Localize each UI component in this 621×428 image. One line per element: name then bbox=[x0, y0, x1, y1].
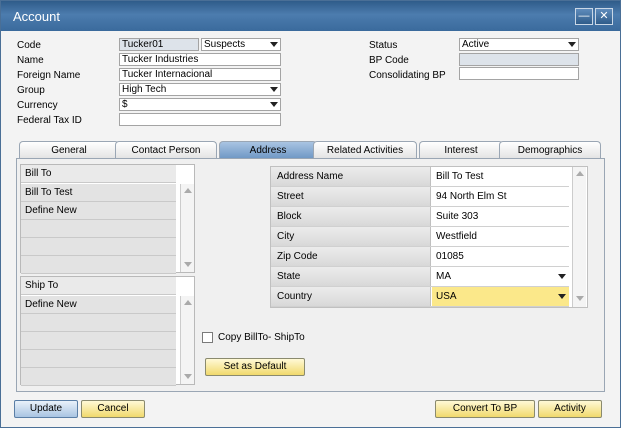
country-select[interactable]: USA bbox=[432, 287, 569, 306]
bp-code-field[interactable] bbox=[459, 53, 579, 66]
address-field-label: City bbox=[271, 227, 431, 246]
street-value[interactable]: 94 North Elm St bbox=[432, 187, 569, 206]
account-window: Account — ✕ Code Tucker01 Suspects Name … bbox=[0, 0, 621, 428]
copy-billto-label: Copy BillTo- ShipTo bbox=[218, 332, 305, 343]
list-item[interactable] bbox=[21, 238, 176, 256]
address-field-label: Address Name bbox=[271, 167, 431, 186]
scroll-down-icon[interactable] bbox=[184, 262, 192, 267]
chevron-down-icon bbox=[558, 294, 566, 299]
address-row-name[interactable]: Address Name Bill To Test bbox=[271, 167, 569, 187]
list-item[interactable]: Define New bbox=[21, 202, 176, 220]
tab-related-activities[interactable]: Related Activities bbox=[313, 141, 417, 159]
list-item[interactable] bbox=[21, 350, 176, 368]
block-value[interactable]: Suite 303 bbox=[432, 207, 569, 226]
ship-to-list[interactable]: Ship To Define New bbox=[20, 276, 195, 386]
bp-code-label: BP Code bbox=[369, 55, 409, 66]
address-row-street[interactable]: Street 94 North Elm St bbox=[271, 187, 569, 207]
status-label: Status bbox=[369, 40, 398, 51]
group-value: High Tech bbox=[122, 84, 167, 95]
address-field-label: Country bbox=[271, 287, 431, 306]
ship-to-header: Ship To bbox=[21, 277, 176, 295]
tab-interest[interactable]: Interest bbox=[419, 141, 503, 159]
chevron-down-icon bbox=[558, 274, 566, 279]
city-value[interactable]: Westfield bbox=[432, 227, 569, 246]
list-item[interactable]: Define New bbox=[21, 296, 176, 314]
country-value: USA bbox=[436, 291, 457, 302]
address-row-country[interactable]: Country USA bbox=[271, 287, 569, 307]
scroll-up-icon[interactable] bbox=[184, 188, 192, 193]
update-button[interactable]: Update bbox=[14, 400, 78, 418]
address-row-city[interactable]: City Westfield bbox=[271, 227, 569, 247]
scroll-up-icon[interactable] bbox=[184, 300, 192, 305]
list-item[interactable]: Bill To Test bbox=[21, 184, 176, 202]
cancel-button[interactable]: Cancel bbox=[81, 400, 145, 418]
set-as-default-button[interactable]: Set as Default bbox=[205, 358, 305, 376]
bp-type-select[interactable]: Suspects bbox=[201, 38, 281, 51]
chevron-down-icon bbox=[270, 87, 278, 92]
list-item[interactable] bbox=[21, 314, 176, 332]
address-field-label: State bbox=[271, 267, 431, 286]
bp-type-value: Suspects bbox=[204, 39, 246, 50]
minimize-button[interactable]: — bbox=[575, 8, 593, 25]
currency-label: Currency bbox=[17, 100, 58, 111]
list-item[interactable] bbox=[21, 256, 176, 274]
status-value: Active bbox=[462, 39, 490, 50]
chevron-down-icon bbox=[270, 42, 278, 47]
scroll-down-icon[interactable] bbox=[184, 374, 192, 379]
address-row-zip[interactable]: Zip Code 01085 bbox=[271, 247, 569, 267]
code-label: Code bbox=[17, 40, 41, 51]
name-field[interactable]: Tucker Industries bbox=[119, 53, 281, 66]
scroll-down-icon[interactable] bbox=[576, 296, 584, 301]
foreign-name-label: Foreign Name bbox=[17, 70, 81, 81]
bill-to-header: Bill To bbox=[21, 165, 176, 183]
address-name-value[interactable]: Bill To Test bbox=[432, 167, 569, 186]
currency-value: $ bbox=[122, 99, 128, 110]
state-select[interactable]: MA bbox=[432, 267, 569, 286]
currency-select[interactable]: $ bbox=[119, 98, 281, 111]
code-field[interactable]: Tucker01 bbox=[119, 38, 199, 51]
tab-general[interactable]: General bbox=[19, 141, 119, 159]
name-label: Name bbox=[17, 55, 44, 66]
title-bar[interactable]: Account — ✕ bbox=[1, 1, 620, 31]
federal-tax-label: Federal Tax ID bbox=[17, 115, 82, 126]
chevron-down-icon bbox=[270, 102, 278, 107]
address-field-label: Street bbox=[271, 187, 431, 206]
list-item[interactable] bbox=[21, 220, 176, 238]
address-field-label: Zip Code bbox=[271, 247, 431, 266]
convert-to-bp-button[interactable]: Convert To BP bbox=[435, 400, 535, 418]
state-value: MA bbox=[436, 271, 451, 282]
zip-value[interactable]: 01085 bbox=[432, 247, 569, 266]
window-title: Account bbox=[13, 9, 60, 24]
consolidating-bp-label: Consolidating BP bbox=[369, 70, 446, 81]
address-field-label: Block bbox=[271, 207, 431, 226]
address-row-block[interactable]: Block Suite 303 bbox=[271, 207, 569, 227]
bill-to-list[interactable]: Bill To Bill To Test Define New bbox=[20, 164, 195, 274]
chevron-down-icon bbox=[568, 42, 576, 47]
status-select[interactable]: Active bbox=[459, 38, 579, 51]
address-grid-scrollbar[interactable] bbox=[572, 167, 586, 307]
tab-contact-person[interactable]: Contact Person bbox=[115, 141, 217, 159]
address-row-state[interactable]: State MA bbox=[271, 267, 569, 287]
group-label: Group bbox=[17, 85, 45, 96]
list-item[interactable] bbox=[21, 368, 176, 386]
tab-demographics[interactable]: Demographics bbox=[499, 141, 601, 159]
close-button[interactable]: ✕ bbox=[595, 8, 613, 25]
tab-address[interactable]: Address bbox=[219, 141, 317, 159]
consolidating-bp-field[interactable] bbox=[459, 67, 579, 80]
group-select[interactable]: High Tech bbox=[119, 83, 281, 96]
activity-button[interactable]: Activity bbox=[538, 400, 602, 418]
federal-tax-field[interactable] bbox=[119, 113, 281, 126]
list-item[interactable] bbox=[21, 332, 176, 350]
bill-to-scrollbar[interactable] bbox=[180, 184, 194, 272]
foreign-name-field[interactable]: Tucker Internacional bbox=[119, 68, 281, 81]
ship-to-scrollbar[interactable] bbox=[180, 296, 194, 384]
scroll-up-icon[interactable] bbox=[576, 171, 584, 176]
copy-billto-checkbox[interactable] bbox=[202, 332, 213, 343]
